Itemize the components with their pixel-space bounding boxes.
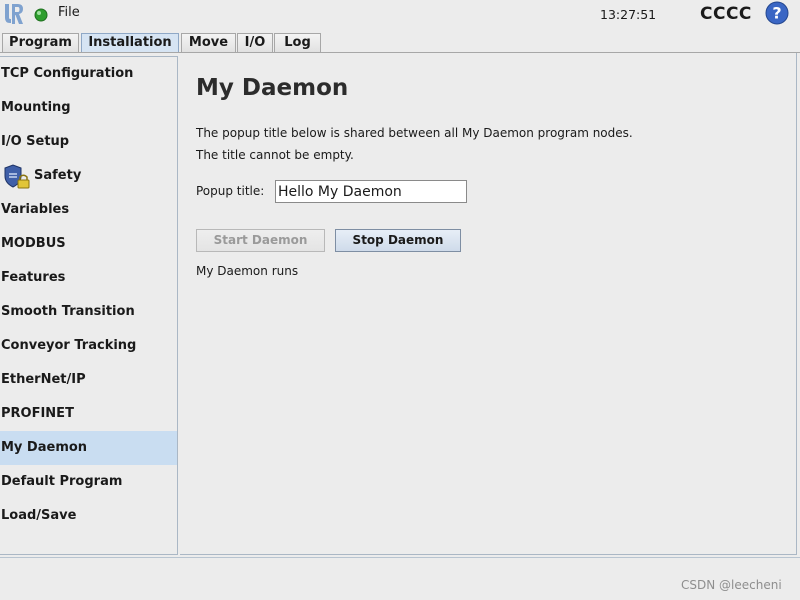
tab-move[interactable]: Move: [181, 33, 236, 52]
popup-title-input[interactable]: [275, 180, 467, 203]
sidebar-item-conveyor-tracking[interactable]: Conveyor Tracking: [0, 329, 177, 363]
sidebar-item-safety[interactable]: Safety: [0, 159, 177, 193]
top-bar: File 13:27:51 CCCC ?: [0, 0, 800, 30]
popup-title-label: Popup title:: [196, 184, 265, 198]
sidebar-item-modbus[interactable]: MODBUS: [0, 227, 177, 261]
page-title: My Daemon: [196, 75, 349, 101]
sidebar-item-my-daemon[interactable]: My Daemon: [0, 431, 177, 465]
help-icon[interactable]: ?: [765, 1, 789, 25]
tab-program[interactable]: Program: [2, 33, 79, 52]
sidebar-item-features[interactable]: Features: [0, 261, 177, 295]
sidebar-item-ethernet-ip[interactable]: EtherNet/IP: [0, 363, 177, 397]
tab-io[interactable]: I/O: [237, 33, 273, 52]
daemon-panel: My Daemon The popup title below is share…: [180, 53, 797, 555]
installation-sidebar: TCP Configuration Mounting I/O Setup Saf…: [0, 56, 178, 555]
sidebar-item-profinet[interactable]: PROFINET: [0, 397, 177, 431]
tab-installation[interactable]: Installation: [81, 33, 179, 53]
sidebar-item-label: Safety: [34, 168, 82, 183]
sidebar-item-load-save[interactable]: Load/Save: [0, 499, 177, 533]
daemon-status-text: My Daemon runs: [196, 264, 299, 278]
sidebar-item-tcp-configuration[interactable]: TCP Configuration: [0, 57, 177, 91]
tab-log[interactable]: Log: [274, 33, 321, 52]
file-menu[interactable]: File: [58, 5, 80, 20]
robot-status-icon[interactable]: [34, 8, 48, 22]
footer-divider: [0, 557, 800, 558]
sidebar-item-default-program[interactable]: Default Program: [0, 465, 177, 499]
description-line-2: The title cannot be empty.: [196, 148, 354, 162]
robot-name: CCCC: [700, 4, 752, 24]
start-daemon-button[interactable]: Start Daemon: [196, 229, 325, 252]
clock: 13:27:51: [600, 7, 657, 22]
sidebar-item-variables[interactable]: Variables: [0, 193, 177, 227]
sidebar-item-smooth-transition[interactable]: Smooth Transition: [0, 295, 177, 329]
help-glyph: ?: [772, 4, 781, 23]
universal-robots-logo-icon: [5, 4, 23, 24]
sidebar-item-io-setup[interactable]: I/O Setup: [0, 125, 177, 159]
description-line-1: The popup title below is shared between …: [196, 126, 633, 140]
safety-shield-lock-icon: [4, 164, 30, 189]
watermark: CSDN @leecheni: [681, 578, 782, 592]
sidebar-item-mounting[interactable]: Mounting: [0, 91, 177, 125]
stop-daemon-button[interactable]: Stop Daemon: [335, 229, 461, 252]
